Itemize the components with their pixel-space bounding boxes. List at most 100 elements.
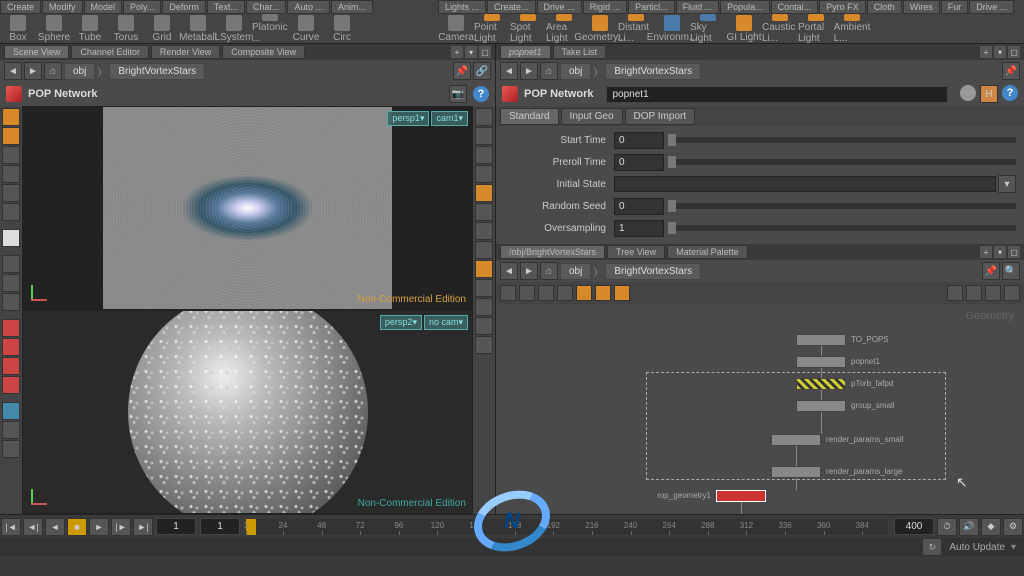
shelf-tab[interactable]: Fur xyxy=(941,0,969,14)
gear-icon[interactable] xyxy=(960,85,976,101)
shelf-tab[interactable]: Model xyxy=(84,0,123,14)
op-name-input[interactable] xyxy=(606,86,949,103)
node-pTorb_fafpd[interactable]: pTorb_fafpd xyxy=(796,378,846,390)
shelf-tab[interactable]: Cloth xyxy=(867,0,902,14)
cursor-tool-icon[interactable] xyxy=(2,229,20,247)
shelf-tab[interactable]: Auto ... xyxy=(287,0,330,14)
viewport-1[interactable]: persp1▾ cam1▾ Non-Commercial Edition xyxy=(22,106,473,310)
nav-fwd-icon[interactable]: ► xyxy=(520,62,538,80)
pane-menu-icon[interactable]: ▾ xyxy=(465,46,477,58)
first-frame-icon[interactable]: |◄ xyxy=(1,518,21,536)
shelf-tab[interactable]: Poly... xyxy=(123,0,161,14)
path-node[interactable]: BrightVortexStars xyxy=(109,63,205,80)
layout-icon[interactable] xyxy=(947,285,963,301)
group-icon[interactable] xyxy=(614,285,630,301)
node-render_params_small[interactable]: render_params_small xyxy=(771,434,821,446)
path-obj[interactable]: obj xyxy=(64,63,95,80)
shelf-item-portal-light[interactable]: Portal Light xyxy=(798,14,834,44)
last-frame-icon[interactable]: ►| xyxy=(133,518,153,536)
sticky-note-icon[interactable] xyxy=(576,285,592,301)
range-start-input[interactable] xyxy=(200,518,240,535)
nav-back-icon[interactable]: ◄ xyxy=(4,62,22,80)
nav-fwd-icon[interactable]: ► xyxy=(24,62,42,80)
display-normals-icon[interactable] xyxy=(475,222,493,240)
param-input[interactable] xyxy=(614,198,664,215)
network-view[interactable]: Geometry ↖ TO_POPSpopnet1pTorb_fafpdgrou… xyxy=(496,304,1024,514)
netbox-icon[interactable] xyxy=(595,285,611,301)
help-icon[interactable]: ? xyxy=(1002,85,1018,101)
tool-5-icon[interactable] xyxy=(2,184,20,202)
display-numbers-icon[interactable] xyxy=(475,241,493,259)
grid-mode-icon[interactable] xyxy=(538,285,554,301)
node-TO_POPS[interactable]: TO_POPS xyxy=(796,334,846,346)
snap-curve-icon[interactable] xyxy=(2,357,20,375)
pane-add-icon[interactable]: + xyxy=(980,246,992,258)
nav-fwd-icon[interactable]: ► xyxy=(520,262,538,280)
rotate-tool-icon[interactable] xyxy=(2,274,20,292)
shelf-item-sphere[interactable]: Sphere xyxy=(36,14,72,44)
handle-tool-icon[interactable] xyxy=(2,165,20,183)
next-key-icon[interactable]: |► xyxy=(111,518,131,536)
list-mode-icon[interactable] xyxy=(500,285,516,301)
path-obj[interactable]: obj xyxy=(560,63,591,80)
nav-home-icon[interactable]: ⌂ xyxy=(540,262,558,280)
shelf-item-environm-[interactable]: Environm... xyxy=(654,14,690,44)
tab-dop-import[interactable]: DOP Import xyxy=(625,108,696,125)
shelf-item-lsystem[interactable]: LSystem xyxy=(216,14,252,44)
ghost-icon[interactable] xyxy=(475,165,493,183)
flipbook-icon[interactable] xyxy=(475,317,493,335)
shelf-item-caustic-li-[interactable]: Caustic Li... xyxy=(762,14,798,44)
current-frame-input[interactable] xyxy=(156,518,196,535)
tree-mode-icon[interactable] xyxy=(519,285,535,301)
shelf-tab[interactable]: Particl... xyxy=(628,0,675,14)
shelf-item-camera[interactable]: Camera xyxy=(438,14,474,44)
realtime-icon[interactable]: ⏱ xyxy=(937,518,957,536)
display-opts-icon[interactable] xyxy=(985,285,1001,301)
tool-6-icon[interactable] xyxy=(2,203,20,221)
pane-tab[interactable]: Channel Editor xyxy=(71,45,149,59)
ortho-grid-icon[interactable] xyxy=(2,421,20,439)
pane-menu-icon[interactable]: ▾ xyxy=(994,46,1006,58)
overview-icon[interactable] xyxy=(1004,285,1020,301)
node-popnet1[interactable]: popnet1 xyxy=(796,356,846,368)
shelf-item-point-light[interactable]: Point Light xyxy=(474,14,510,44)
vp2-cam-select[interactable]: no cam▾ xyxy=(424,315,468,330)
nav-back-icon[interactable]: ◄ xyxy=(500,262,518,280)
cook-icon[interactable]: ↻ xyxy=(922,538,942,556)
path-node[interactable]: BrightVortexStars xyxy=(605,263,701,280)
shelf-item-torus[interactable]: Torus xyxy=(108,14,144,44)
path-obj[interactable]: obj xyxy=(560,263,591,280)
shelf-tab[interactable]: Wires xyxy=(903,0,940,14)
nav-home-icon[interactable]: ⌂ xyxy=(540,62,558,80)
shelf-tab[interactable]: Contai... xyxy=(771,0,819,14)
shelf-tab[interactable]: Anim... xyxy=(331,0,373,14)
tab-material-palette[interactable]: Material Palette xyxy=(667,245,748,259)
param-input[interactable] xyxy=(614,154,664,171)
snap-grid-icon[interactable] xyxy=(2,319,20,337)
palette-icon[interactable] xyxy=(557,285,573,301)
tab-network-path[interactable]: /obj/BrightVortexStars xyxy=(500,245,605,259)
view-tool-icon[interactable] xyxy=(2,440,20,458)
node-render_params_large[interactable]: render_params_large xyxy=(771,466,821,478)
param-slider[interactable] xyxy=(668,159,1016,165)
display-opt-icon[interactable] xyxy=(475,108,493,126)
shelf-tab[interactable]: Create xyxy=(0,0,41,14)
param-slider[interactable] xyxy=(668,203,1016,209)
shading-icon[interactable] xyxy=(475,127,493,145)
pane-add-icon[interactable]: + xyxy=(980,46,992,58)
shelf-tab[interactable]: Modify xyxy=(42,0,83,14)
snapshot-icon[interactable]: 📷 xyxy=(449,85,467,103)
pane-menu-icon[interactable]: ▾ xyxy=(994,246,1006,258)
shelf-item-platonic-[interactable]: Platonic ... xyxy=(252,14,288,44)
render-region-icon[interactable] xyxy=(475,298,493,316)
shelf-tab[interactable]: Deform xyxy=(162,0,206,14)
stop-icon[interactable]: ■ xyxy=(67,518,87,536)
tab-standard[interactable]: Standard xyxy=(500,108,559,125)
shelf-tab[interactable]: Fluid ... xyxy=(676,0,720,14)
pane-add-icon[interactable]: + xyxy=(451,46,463,58)
param-slider[interactable] xyxy=(668,225,1016,231)
node-rop_geometry1[interactable]: rop_geometry1 xyxy=(716,490,766,502)
shelf-item-spot-light[interactable]: Spot Light xyxy=(510,14,546,44)
param-dropdown[interactable] xyxy=(614,176,996,192)
global-anim-icon[interactable]: ⚙ xyxy=(1003,518,1023,536)
